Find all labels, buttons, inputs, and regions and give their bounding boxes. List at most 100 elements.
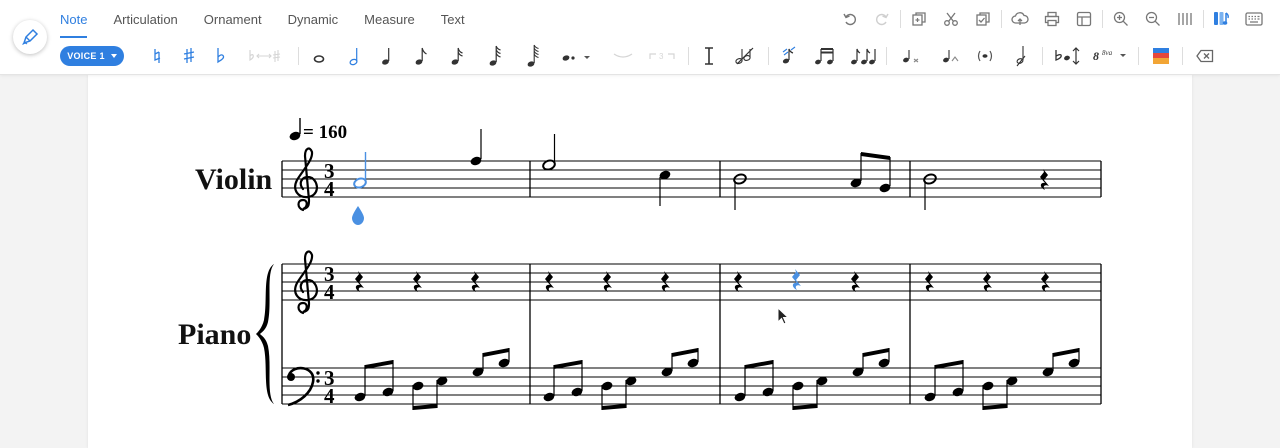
ottava-icon[interactable]: 8 8va <box>1090 44 1130 68</box>
toolbar-divider <box>768 47 769 65</box>
note[interactable] <box>469 129 482 167</box>
instrument-name-violin[interactable]: Violin <box>195 163 273 196</box>
note[interactable] <box>849 153 862 189</box>
color-icon[interactable] <box>1148 44 1174 68</box>
parenthesis-icon[interactable] <box>972 44 998 68</box>
undo-icon[interactable] <box>834 8 866 30</box>
natural-icon[interactable] <box>144 44 170 68</box>
piano-brace <box>256 264 274 404</box>
tempo-text: = 160 <box>303 122 347 143</box>
sixty-fourth-note-icon[interactable] <box>520 44 546 68</box>
delete-note-icon[interactable] <box>732 44 758 68</box>
piano-bass-clef[interactable] <box>287 366 320 407</box>
cut-icon[interactable] <box>935 8 967 30</box>
toolbar-divider <box>1138 47 1139 65</box>
top-toolbar: Note Articulation Ornament Dynamic Measu… <box>0 0 1280 75</box>
keyboard-icon[interactable] <box>1238 8 1270 30</box>
print-icon[interactable] <box>1036 8 1068 30</box>
eighth-note-icon[interactable] <box>408 44 434 68</box>
barlines-icon[interactable] <box>1169 8 1201 30</box>
beam <box>483 348 509 357</box>
pen-icon <box>22 28 39 45</box>
violin-staff <box>282 160 1101 198</box>
toolbar-divider <box>688 47 689 65</box>
flat-icon[interactable] <box>208 44 234 68</box>
tab-ornament[interactable]: Ornament <box>204 0 262 38</box>
voice-label: VOICE 1 <box>67 51 105 61</box>
redo-icon[interactable] <box>866 8 898 30</box>
tab-dynamic[interactable]: Dynamic <box>288 0 339 38</box>
svg-text:8: 8 <box>1093 49 1099 63</box>
tab-measure[interactable]: Measure <box>364 0 415 38</box>
piano-treble-clef[interactable] <box>294 250 318 315</box>
violin-notes[interactable] <box>352 129 1049 225</box>
cursor-line-icon[interactable] <box>696 44 722 68</box>
mode-tabs: Note Articulation Ornament Dynamic Measu… <box>60 0 465 38</box>
beam <box>672 348 698 357</box>
zoom-in-icon[interactable] <box>1105 8 1137 30</box>
beam <box>793 404 817 410</box>
half-note-icon[interactable] <box>342 44 368 68</box>
acciaccatura-icon[interactable] <box>896 44 922 68</box>
toolbar-divider <box>900 10 901 28</box>
beam <box>1053 348 1079 357</box>
toolbar-divider <box>298 47 299 65</box>
toolbar-divider <box>1001 10 1002 28</box>
whole-note-icon[interactable] <box>306 44 332 68</box>
toolbar-divider <box>1182 47 1183 65</box>
note[interactable] <box>542 134 556 171</box>
instrument-name-piano[interactable]: Piano <box>178 318 251 351</box>
beam <box>413 404 437 410</box>
layout-icon[interactable] <box>1068 8 1100 30</box>
tempo-marking[interactable]: = 160 <box>288 118 347 143</box>
note[interactable] <box>878 157 891 194</box>
unbeam-icon[interactable] <box>848 44 878 68</box>
beam <box>602 404 626 410</box>
note[interactable] <box>733 173 747 210</box>
tuplet-icon[interactable]: 3 <box>646 44 678 68</box>
sharp-icon[interactable] <box>176 44 202 68</box>
paste-icon[interactable] <box>967 8 999 30</box>
copy-icon[interactable] <box>903 8 935 30</box>
upload-icon[interactable] <box>1004 8 1036 30</box>
toolbar-divider <box>1203 10 1204 28</box>
appoggiatura-icon[interactable] <box>936 44 962 68</box>
enharmonic-icon[interactable] <box>244 44 284 68</box>
mixer-icon[interactable] <box>1206 8 1238 30</box>
quarter-rest-selected[interactable] <box>792 269 801 290</box>
piano-treble-rests[interactable] <box>355 269 1050 292</box>
note[interactable] <box>923 173 937 210</box>
backspace-icon[interactable] <box>1192 44 1218 68</box>
quarter-note-icon[interactable] <box>374 44 400 68</box>
beam <box>983 404 1007 410</box>
pen-tool-button[interactable] <box>13 20 47 54</box>
drop-icon <box>352 206 364 225</box>
piano-treble-staff <box>282 263 1101 301</box>
piano-bass-notes[interactable] <box>353 348 1080 410</box>
beam-icon[interactable] <box>812 44 838 68</box>
tab-note[interactable]: Note <box>60 0 88 38</box>
zoom-out-icon[interactable] <box>1137 8 1169 30</box>
grace-note-icon[interactable] <box>776 44 802 68</box>
time-signatures[interactable]: 3 4 3 4 3 4 <box>324 159 335 408</box>
toolbar-divider <box>886 47 887 65</box>
toolbar-divider <box>1102 10 1103 28</box>
cross-staff-icon[interactable] <box>1008 44 1034 68</box>
sixteenth-note-icon[interactable] <box>444 44 470 68</box>
time-sig-bottom: 4 <box>324 280 335 304</box>
ottava-label: 8va <box>1102 49 1113 57</box>
flip-stem-icon[interactable] <box>1052 44 1082 68</box>
voice-selector-button[interactable]: VOICE 1 <box>60 46 124 66</box>
tie-icon[interactable] <box>610 44 636 68</box>
time-sig-bottom: 4 <box>324 384 335 408</box>
thirty-second-note-icon[interactable] <box>482 44 508 68</box>
time-sig-bottom: 4 <box>324 177 335 201</box>
violin-treble-clef[interactable] <box>294 147 318 212</box>
tab-text[interactable]: Text <box>441 0 465 38</box>
tab-articulation[interactable]: Articulation <box>113 0 177 38</box>
dot-icon[interactable] <box>558 44 594 68</box>
svg-text:3: 3 <box>659 52 664 61</box>
beam <box>863 348 889 357</box>
beam <box>861 152 890 160</box>
piano-bass-staff <box>282 367 1101 405</box>
